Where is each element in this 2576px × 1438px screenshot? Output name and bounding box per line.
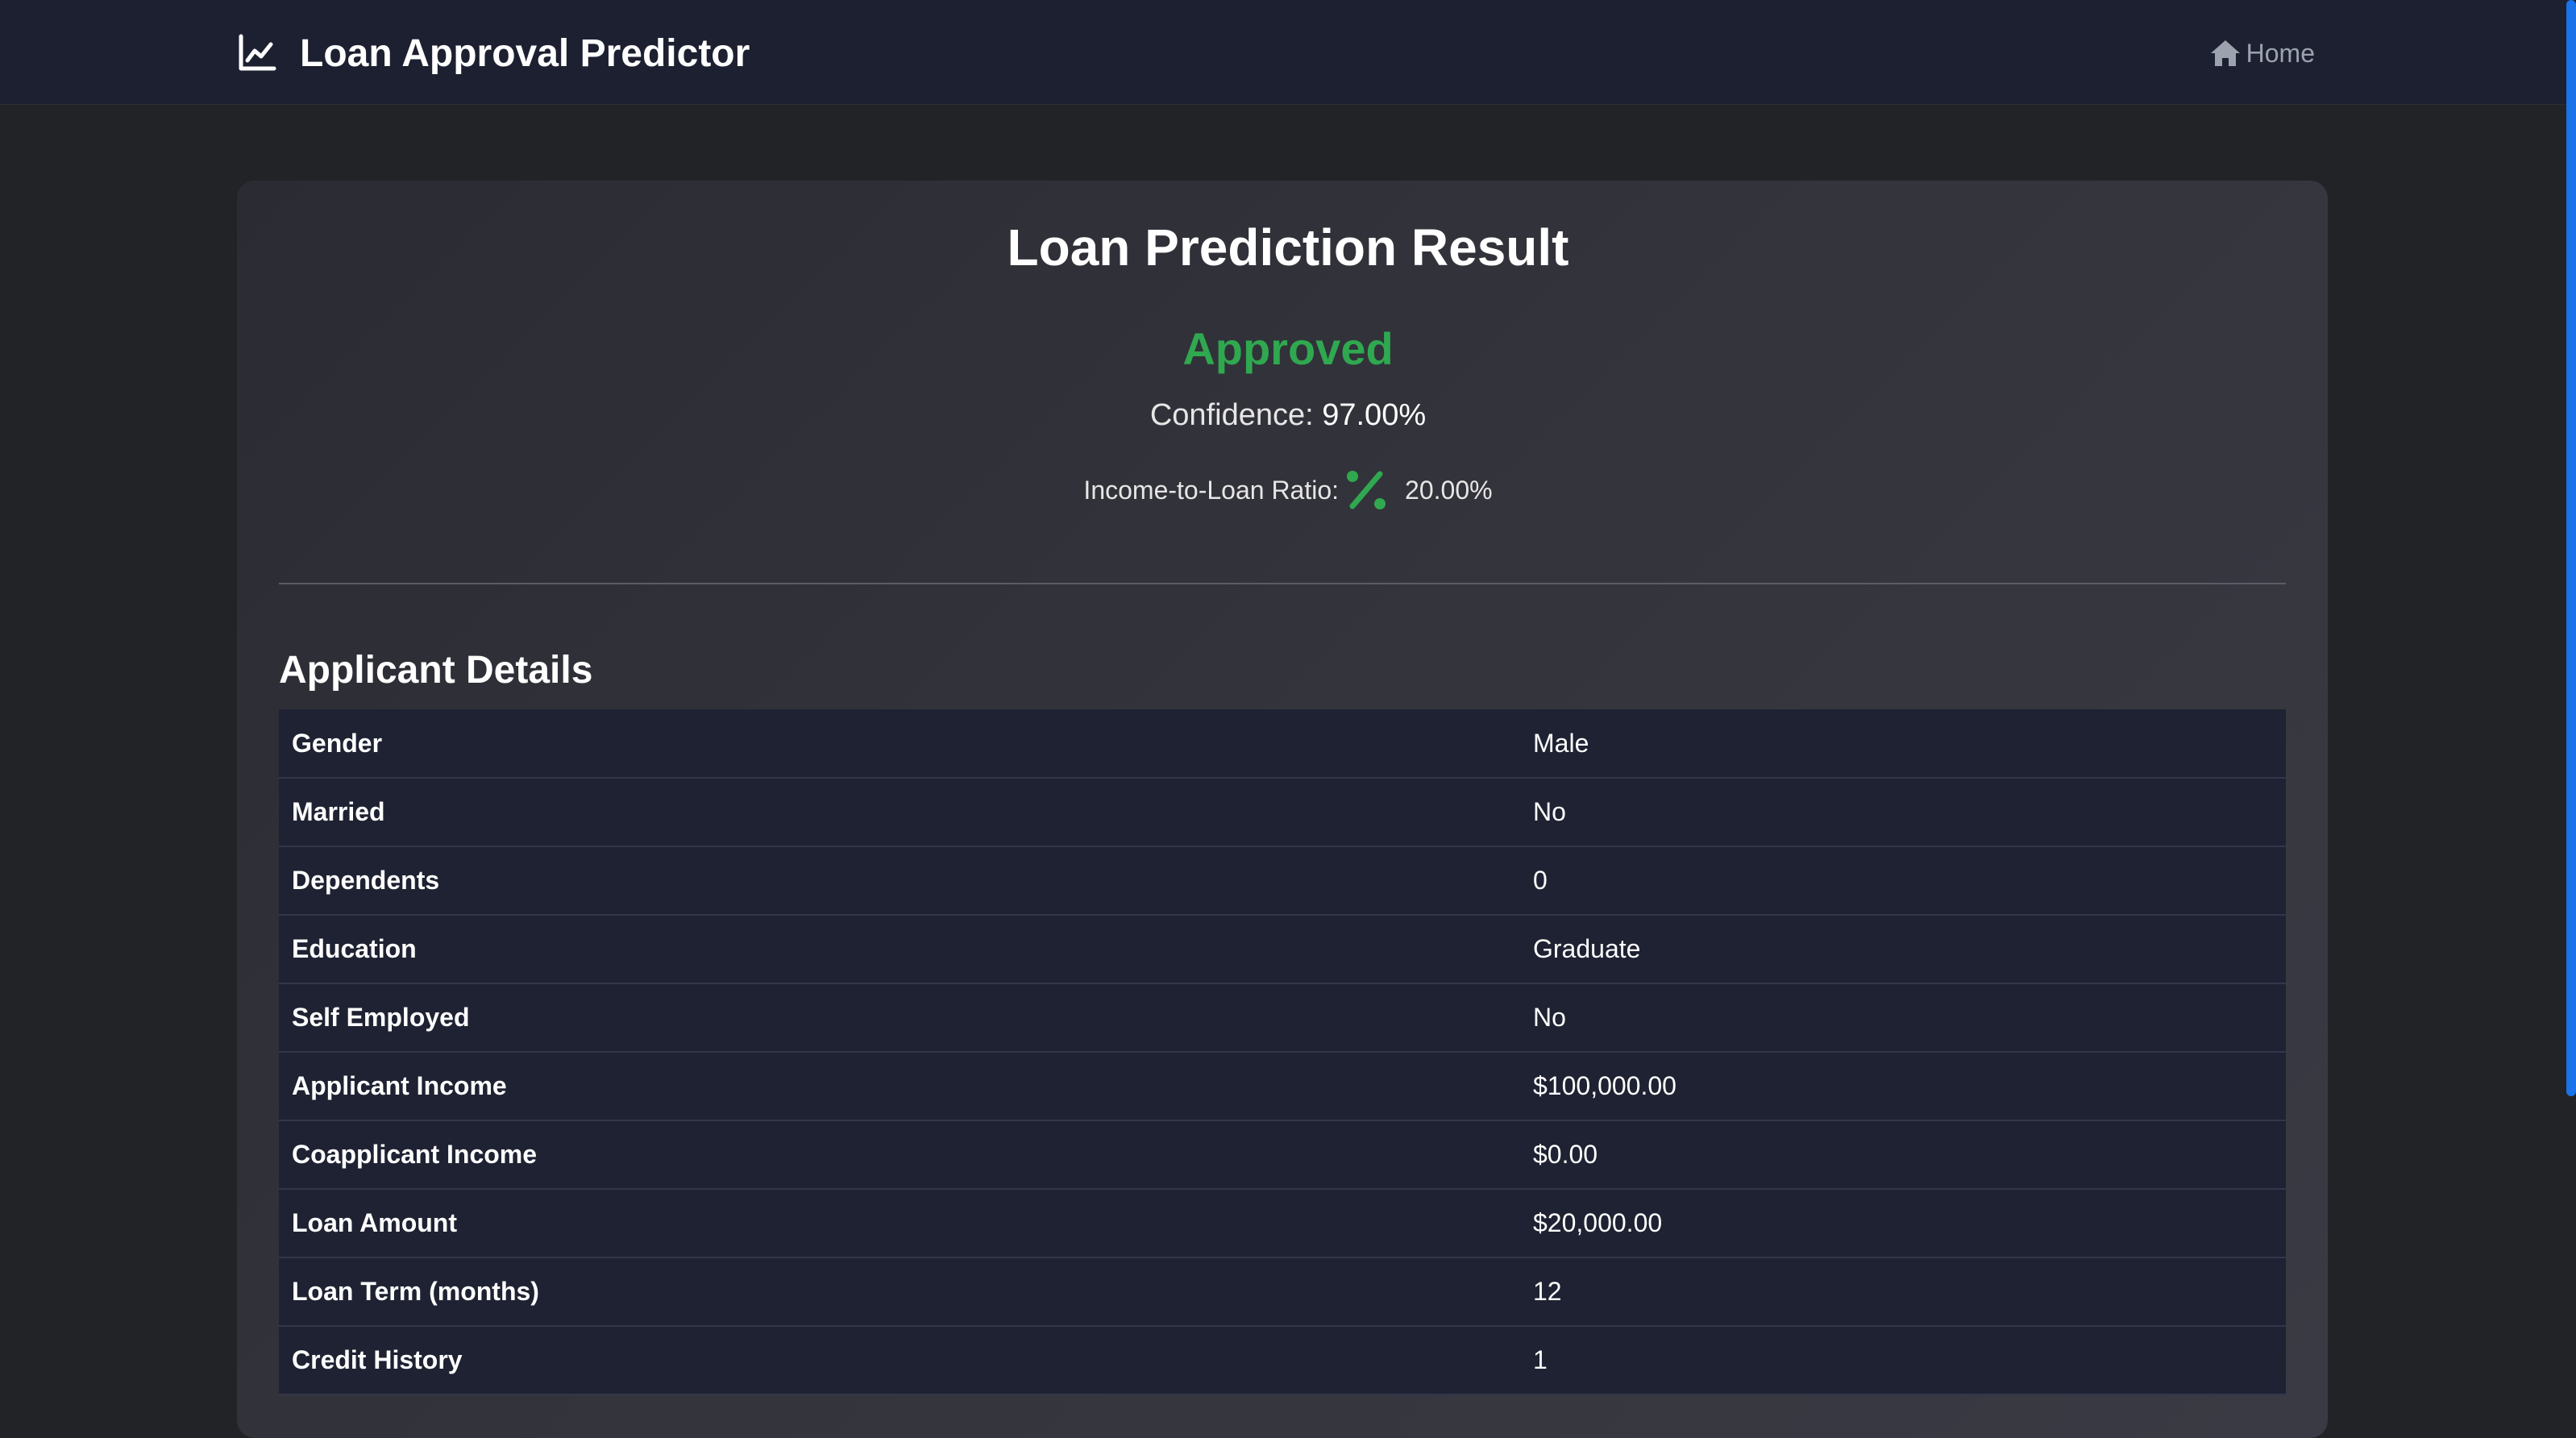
chart-line-icon (239, 34, 276, 71)
table-row: Credit History 1 (279, 1326, 2286, 1394)
table-row: Loan Amount $20,000.00 (279, 1189, 2286, 1257)
row-value: $0.00 (1533, 1140, 1598, 1169)
row-label: Self Employed (292, 1003, 470, 1032)
table-row: Married No (279, 778, 2286, 846)
row-value: $20,000.00 (1533, 1208, 1663, 1237)
row-label: Loan Amount (292, 1208, 457, 1237)
navbar: Loan Approval Predictor Home (0, 0, 2576, 105)
nav-home-link[interactable]: Home (2209, 35, 2315, 71)
ratio-line: Income-to-Loan Ratio: 20.00% (0, 468, 2576, 513)
home-icon (2210, 40, 2240, 66)
nav-home-label: Home (2246, 38, 2315, 68)
table-row: Self Employed No (279, 983, 2286, 1052)
ratio-value: 20.00% (1405, 475, 1493, 505)
row-label: Applicant Income (292, 1071, 507, 1100)
table-row: Coapplicant Income $0.00 (279, 1120, 2286, 1189)
row-value: No (1533, 1003, 1566, 1032)
row-value: 1 (1533, 1345, 1548, 1374)
table-row: Education Graduate (279, 915, 2286, 983)
row-value: Graduate (1533, 934, 1641, 963)
ratio-label: Income-to-Loan Ratio: (1083, 475, 1340, 505)
table-row: Gender Male (279, 709, 2286, 778)
brand-link[interactable]: Loan Approval Predictor (237, 29, 750, 77)
prediction-status: Approved (1182, 323, 1394, 374)
table-row: Loan Term (months) 12 (279, 1257, 2286, 1326)
table-row: Applicant Income $100,000.00 (279, 1052, 2286, 1120)
section-divider (279, 583, 2286, 584)
row-value: 0 (1533, 866, 1548, 895)
row-label: Credit History (292, 1345, 463, 1374)
applicant-details-heading: Applicant Details (279, 649, 593, 692)
row-value: Male (1533, 728, 1589, 758)
row-label: Coapplicant Income (292, 1140, 538, 1169)
page-title: Loan Prediction Result (1007, 218, 1569, 276)
brand-title: Loan Approval Predictor (300, 31, 750, 75)
row-value: No (1533, 797, 1566, 826)
row-value: 12 (1533, 1277, 1562, 1306)
page-scrollbar[interactable] (2566, 0, 2576, 1096)
table-row: Dependents 0 (279, 846, 2286, 915)
row-value: $100,000.00 (1533, 1071, 1676, 1100)
row-label: Loan Term (months) (292, 1277, 539, 1306)
row-label: Gender (292, 728, 383, 758)
confidence-value: 97.00% (1322, 398, 1427, 432)
confidence-label: Confidence: (1149, 398, 1314, 432)
row-label: Dependents (292, 866, 440, 895)
applicant-details-table: Gender Male Married No Dependents 0 Educ… (279, 709, 2286, 1395)
percent-icon (1347, 471, 1386, 509)
confidence-line: Confidence: 97.00% (0, 398, 2576, 433)
row-label: Married (292, 797, 385, 826)
row-label: Education (292, 934, 417, 963)
